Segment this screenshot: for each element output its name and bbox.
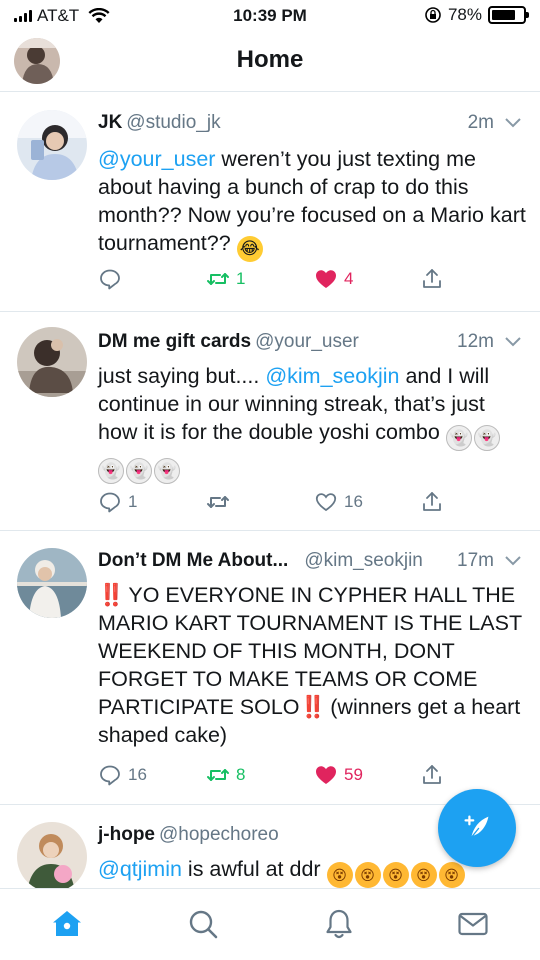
double-exclamation-icon: ‼️: [299, 695, 327, 719]
display-name[interactable]: JK: [98, 112, 122, 133]
timeline-feed[interactable]: JK @studio_jk 2m @your_user weren’t you j…: [0, 93, 540, 905]
heart-filled-icon: [316, 766, 336, 784]
tweet-actions: 1 4: [98, 267, 458, 293]
ghost-emoji-icon: 👻: [154, 458, 180, 484]
tweet-text: just saying but.... @kim_seokjin and I w…: [98, 362, 526, 484]
tweet-timestamp: 12m: [457, 331, 494, 352]
avatar[interactable]: [17, 548, 87, 618]
tweet-body: just saying but....: [98, 364, 266, 388]
dizzy-face-emoji-icon: 😵: [326, 862, 353, 888]
like-button[interactable]: 59: [314, 763, 363, 787]
dizzy-face-emoji-icon: 😵: [410, 862, 437, 888]
heart-outline-icon: [315, 493, 337, 512]
user-handle[interactable]: @your_user: [255, 331, 359, 352]
tweet-body: is awful at ddr: [181, 857, 327, 881]
avatar[interactable]: [17, 327, 87, 397]
display-name[interactable]: Don’t DM Me About...: [98, 550, 288, 571]
reply-icon: [100, 269, 120, 290]
tweet-actions: 16 8 59: [98, 763, 458, 789]
like-count: 4: [344, 269, 354, 288]
compose-tweet-button[interactable]: [438, 789, 516, 867]
avatar[interactable]: [17, 110, 87, 180]
home-icon[interactable]: [50, 907, 84, 941]
reply-count: 16: [128, 765, 147, 784]
tweet[interactable]: DM me gift cards @your_user 12m just sayi…: [0, 312, 540, 531]
display-name[interactable]: j-hope: [98, 824, 155, 845]
tweet-timestamp: 17m: [457, 550, 494, 571]
ghost-emoji-icon: 👻: [126, 458, 152, 484]
retweet-button[interactable]: [206, 490, 236, 514]
share-button[interactable]: [420, 267, 444, 291]
share-icon: [423, 492, 441, 511]
tweet-timestamp: 2m: [467, 112, 494, 133]
notifications-icon[interactable]: [322, 907, 356, 941]
mention-link[interactable]: @your_user: [98, 147, 215, 171]
rotation-lock-icon: [425, 7, 441, 23]
share-button[interactable]: [420, 490, 444, 514]
bottom-tab-bar: [0, 888, 540, 960]
retweet-icon: [207, 769, 229, 781]
share-icon: [423, 269, 441, 288]
like-count: 16: [344, 492, 363, 511]
reply-icon: [100, 765, 120, 786]
tweet-header: Don’t DM Me About... @kim_seokjin 17m: [98, 550, 522, 572]
heart-filled-icon: [316, 270, 336, 288]
tweet-actions: 1 16: [98, 490, 458, 516]
like-button[interactable]: 4: [314, 267, 353, 291]
tweet-text: @your_user weren’t you just texting me a…: [98, 145, 526, 262]
dizzy-face-emoji-icon: 😵: [354, 862, 381, 888]
feather-plus-icon: [464, 815, 489, 838]
ghost-emoji-icon: 👻: [473, 425, 500, 451]
battery-icon: [488, 6, 529, 24]
like-button[interactable]: 16: [314, 490, 363, 514]
battery-percent: 78%: [447, 5, 482, 24]
chevron-down-icon[interactable]: [504, 116, 522, 130]
like-count: 59: [344, 765, 363, 784]
tweet[interactable]: JK @studio_jk 2m @your_user weren’t you j…: [0, 93, 540, 312]
avatar[interactable]: [17, 822, 87, 892]
tweet-header: JK @studio_jk 2m: [98, 112, 522, 134]
messages-icon[interactable]: [456, 907, 490, 941]
status-right: 78%: [424, 5, 529, 25]
reply-button[interactable]: 16: [98, 763, 147, 787]
tweet-text: ‼️ YO EVERYONE IN CYPHER HALL THE MARIO …: [98, 581, 526, 749]
search-icon[interactable]: [186, 907, 220, 941]
laughing-tears-emoji-icon: 😂: [236, 236, 263, 262]
retweet-button[interactable]: 8: [206, 763, 245, 787]
user-handle[interactable]: @studio_jk: [126, 112, 220, 133]
ghost-emoji-icon: 👻: [445, 425, 472, 451]
retweet-count: 1: [236, 269, 246, 288]
mention-link[interactable]: @qtjimin: [98, 857, 182, 881]
chevron-down-icon[interactable]: [504, 335, 522, 349]
share-icon: [423, 765, 441, 784]
user-handle[interactable]: @hopechoreo: [159, 824, 279, 845]
mention-link[interactable]: @kim_seokjin: [265, 364, 399, 388]
page-title: Home: [236, 46, 304, 73]
retweet-count: 8: [236, 765, 246, 784]
reply-button[interactable]: [98, 267, 128, 291]
tweet-header: DM me gift cards @your_user 12m: [98, 331, 522, 353]
ghost-emoji-icon: 👻: [98, 458, 124, 484]
user-handle[interactable]: @kim_seokjin: [304, 550, 423, 571]
retweet-icon: [207, 496, 229, 508]
display-name[interactable]: DM me gift cards: [98, 331, 251, 352]
reply-button[interactable]: 1: [98, 490, 137, 514]
status-bar: AT&T 10:39 PM 78%: [0, 0, 540, 32]
retweet-icon: [207, 273, 229, 285]
reply-icon: [100, 492, 120, 513]
reply-count: 1: [128, 492, 138, 511]
tweet[interactable]: Don’t DM Me About... @kim_seokjin 17m ‼️ …: [0, 531, 540, 805]
dizzy-face-emoji-icon: 😵: [382, 862, 409, 888]
retweet-button[interactable]: 1: [206, 267, 245, 291]
chevron-down-icon[interactable]: [504, 554, 522, 568]
top-header: Home: [0, 32, 540, 92]
double-exclamation-icon: ‼️: [98, 583, 125, 607]
share-button[interactable]: [420, 763, 444, 787]
dizzy-face-emoji-icon: 😵: [438, 862, 465, 888]
